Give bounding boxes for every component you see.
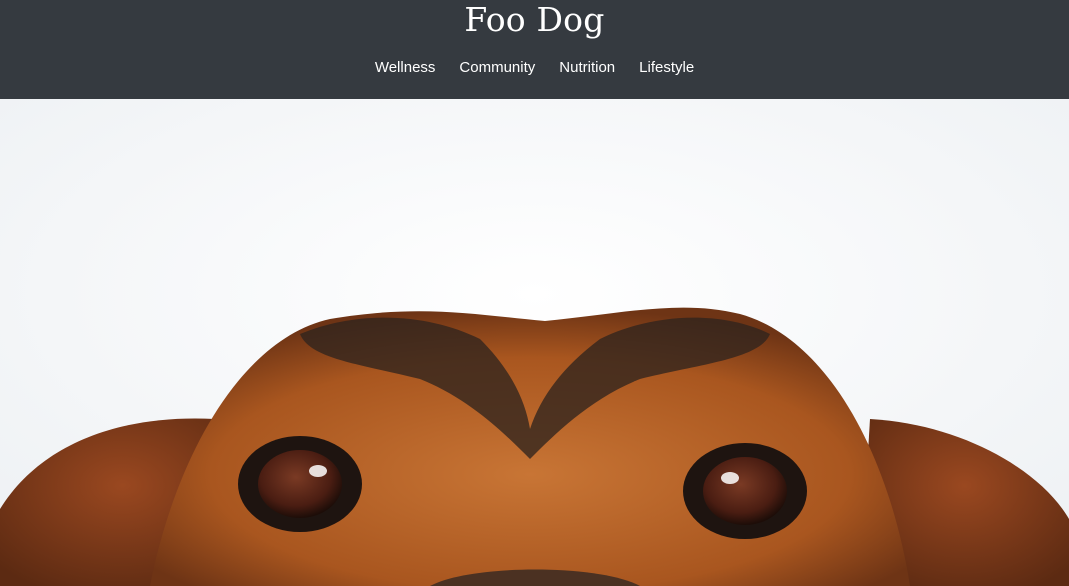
- nav-item-nutrition[interactable]: Nutrition: [559, 57, 615, 79]
- left-eye: [258, 450, 342, 518]
- main-nav: Wellness Community Nutrition Lifestyle: [0, 57, 1069, 79]
- nav-item-lifestyle[interactable]: Lifestyle: [639, 57, 694, 79]
- nav-item-wellness[interactable]: Wellness: [375, 57, 436, 79]
- right-eye-highlight: [721, 472, 739, 484]
- left-eye-highlight: [309, 465, 327, 477]
- hero-image: [0, 99, 1069, 586]
- site-header: Foo Dog Wellness Community Nutrition Lif…: [0, 0, 1069, 99]
- site-title[interactable]: Foo Dog: [0, 0, 1069, 40]
- dog-illustration: [0, 99, 1069, 586]
- nav-item-community[interactable]: Community: [459, 57, 535, 79]
- right-eye: [703, 457, 787, 525]
